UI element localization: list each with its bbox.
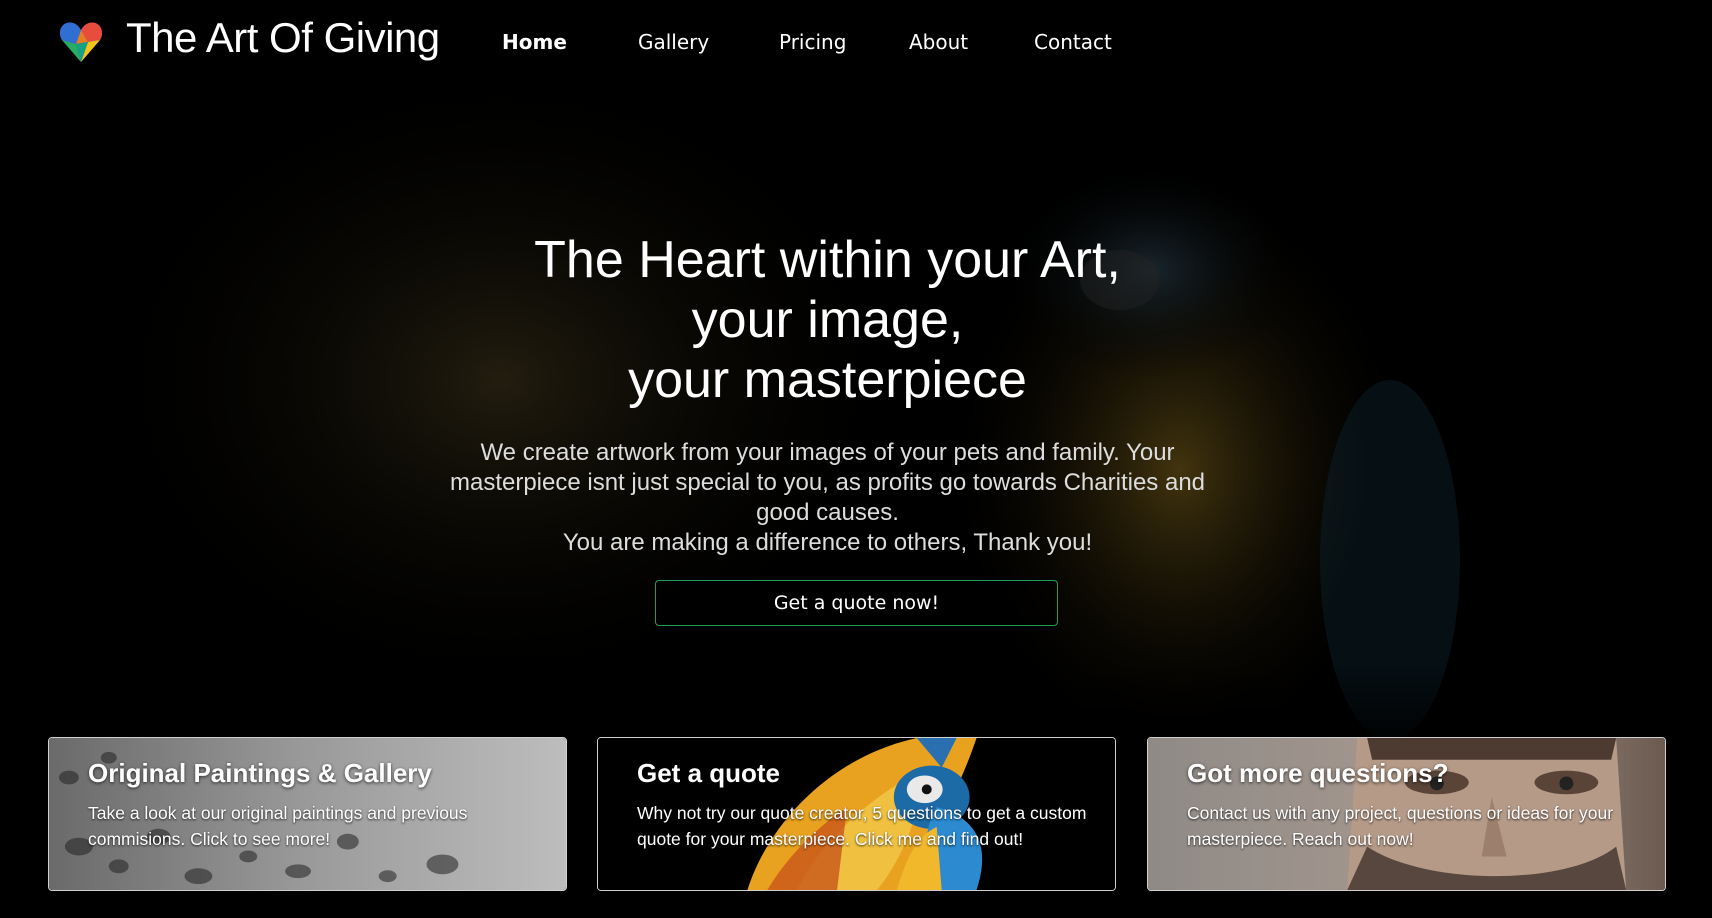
hero-thanks: You are making a difference to others, T… (562, 529, 1093, 556)
card-description: Contact us with any project, questions o… (1187, 803, 1614, 849)
nav-item-about[interactable]: About (909, 30, 968, 54)
card-description: Take a look at our original paintings an… (88, 803, 468, 849)
brand-name[interactable]: The Art Of Giving (126, 14, 440, 62)
rainbow-heart-icon[interactable] (58, 20, 104, 64)
nav-item-gallery[interactable]: Gallery (638, 30, 709, 54)
nav-item-contact[interactable]: Contact (1034, 30, 1112, 54)
site-header: The Art Of Giving Home Gallery Pricing A… (0, 0, 1712, 90)
card-description: Why not try our quote creator, 5 questio… (637, 803, 1087, 849)
get-quote-button[interactable]: Get a quote now! (655, 580, 1058, 626)
hero-title-line-1: The Heart within your Art, (534, 231, 1121, 289)
card-contact[interactable]: Got more questions? Contact us with any … (1147, 737, 1666, 891)
card-quote[interactable]: Get a quote Why not try our quote creato… (597, 737, 1116, 891)
nav-item-pricing[interactable]: Pricing (779, 30, 846, 54)
card-title: Original Paintings & Gallery (88, 758, 432, 788)
hero-description: We create artwork from your images of yo… (449, 439, 1206, 526)
nav-item-home[interactable]: Home (502, 30, 567, 54)
card-title: Got more questions? (1187, 758, 1449, 788)
hero-title-line-2: your image, (691, 291, 964, 349)
hero-title: The Heart within your Art, your image, y… (0, 230, 1655, 410)
hero-subtitle: We create artwork from your images of yo… (430, 438, 1225, 558)
hero-title-line-3: your masterpiece (628, 351, 1027, 409)
card-gallery[interactable]: Original Paintings & Gallery Take a look… (48, 737, 567, 891)
card-title: Get a quote (637, 758, 781, 788)
